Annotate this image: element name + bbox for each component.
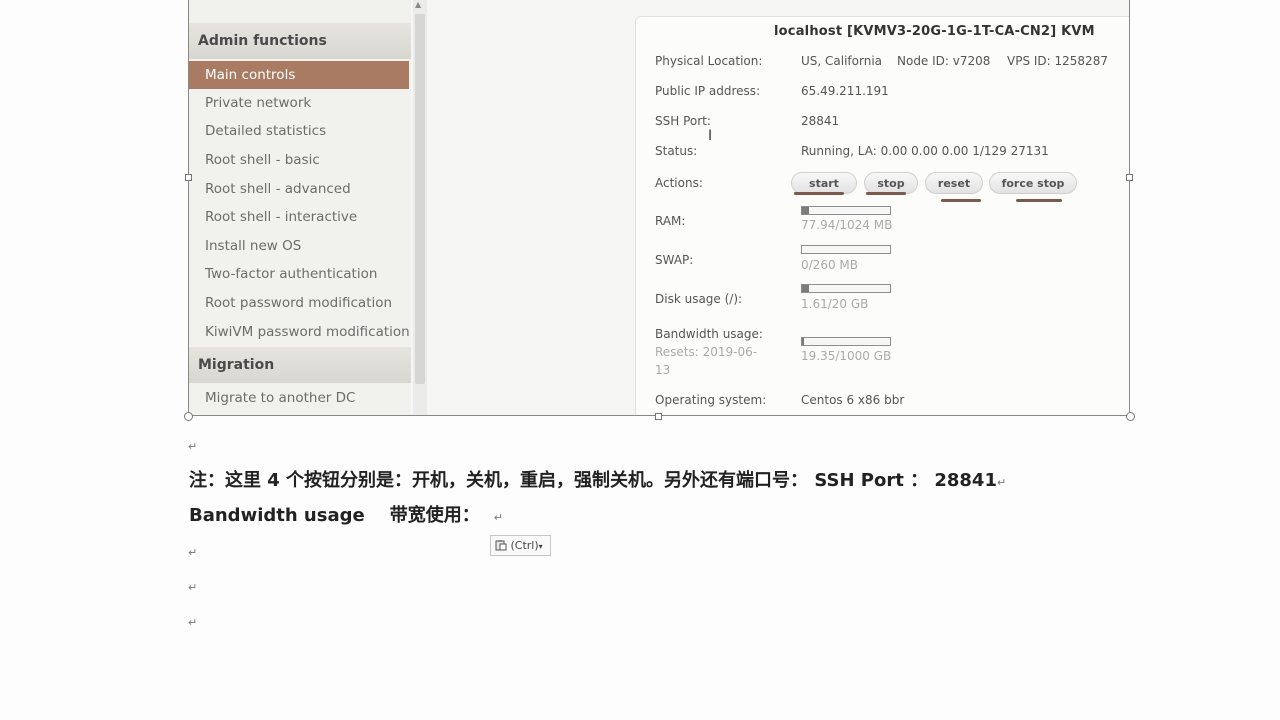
clipboard-icon (495, 540, 507, 551)
actions-label: Actions: (655, 176, 703, 190)
annotation-underline (1016, 199, 1062, 202)
annotation-underline (794, 192, 844, 195)
sidebar-item-two-factor[interactable]: Two-factor authentication (189, 260, 411, 288)
ssh-port-value: 28841 (801, 114, 840, 128)
paragraph-mark: ↵ (188, 581, 198, 594)
sidebar-item-migrate[interactable]: Migrate to another DC (189, 384, 411, 412)
note-line-1-text: 注：这里 4 个按钮分别是：开机，关机，重启，强制关机。另外还有端口号： SSH… (189, 470, 997, 491)
panel-title: localhost [KVMV3-20G-1G-1T-CA-CN2] KVM (774, 24, 1095, 39)
bandwidth-value: 19.35/1000 GB (801, 349, 892, 363)
annotation-underline (866, 192, 906, 195)
status-value: Running, LA: 0.00 0.00 0.00 1/129 27131 (801, 144, 1049, 158)
os-value: Centos 6 x86 bbr (801, 393, 905, 407)
bandwidth-bar (801, 337, 891, 346)
paragraph-mark: ↵ (493, 511, 503, 524)
sidebar-item-root-shell-advanced[interactable]: Root shell - advanced (189, 175, 411, 203)
scrollbar-thumb[interactable] (415, 14, 425, 384)
text-cursor-icon: I (708, 128, 713, 144)
sidebar-item-private-network[interactable]: Private network (189, 89, 411, 117)
ip-label: Public IP address: (655, 84, 761, 98)
annotation-underline (941, 199, 981, 202)
disk-label: Disk usage (/): (655, 292, 743, 306)
bandwidth-bar-fill (802, 338, 804, 345)
note-line-2: Bandwidth usage 带宽使用： ↵ (189, 501, 503, 527)
sidebar-item-detailed-statistics[interactable]: Detailed statistics (189, 117, 411, 145)
disk-bar-fill (802, 285, 810, 292)
physical-location-label: Physical Location: (655, 54, 763, 68)
sidebar-item-kiwivm-password[interactable]: KiwiVM password modification (189, 318, 411, 346)
paragraph-mark: ↵ (188, 616, 198, 629)
paste-options-button[interactable]: (Ctrl)▾ (490, 535, 551, 556)
resize-handle[interactable] (1126, 174, 1133, 181)
section-admin-functions: Admin functions (189, 23, 411, 59)
note-line-2-text: Bandwidth usage 带宽使用： (189, 505, 480, 526)
section-migration: Migration (189, 347, 411, 383)
sidebar-item-root-shell-interactive[interactable]: Root shell - interactive (189, 203, 411, 231)
bandwidth-resets: Resets: 2019-06- (655, 345, 758, 359)
embedded-screenshot[interactable]: Admin functions Main controls Private ne… (188, 0, 1130, 416)
sidebar-item-root-password[interactable]: Root password modification (189, 289, 411, 317)
dropdown-arrow-icon: ▾ (538, 542, 543, 551)
swap-value: 0/260 MB (801, 258, 858, 272)
note-line-1: 注：这里 4 个按钮分别是：开机，关机，重启，强制关机。另外还有端口号： SSH… (189, 466, 1006, 492)
sidebar: Admin functions Main controls Private ne… (189, 0, 411, 415)
main-controls-panel: localhost [KVMV3-20G-1G-1T-CA-CN2] KVM P… (635, 16, 1129, 415)
bandwidth-resets-day: 13 (655, 363, 671, 377)
ram-label: RAM: (655, 214, 686, 228)
swap-bar (801, 245, 891, 254)
ssh-port-label: SSH Port: (655, 114, 711, 128)
ram-bar-fill (802, 207, 809, 214)
resize-handle[interactable] (1126, 412, 1135, 421)
paste-options-label: (Ctrl) (510, 539, 539, 552)
resize-handle[interactable] (184, 412, 193, 421)
resize-handle[interactable] (185, 174, 192, 181)
ip-value: 65.49.211.191 (801, 84, 889, 98)
sidebar-item-install-new-os[interactable]: Install new OS (189, 232, 411, 260)
scroll-up-arrow-icon[interactable]: ▲ (415, 0, 421, 9)
sidebar-item-root-shell-basic[interactable]: Root shell - basic (189, 146, 411, 174)
status-label: Status: (655, 144, 698, 158)
os-label: Operating system: (655, 393, 767, 407)
resize-handle[interactable] (655, 413, 662, 420)
disk-value: 1.61/20 GB (801, 297, 869, 311)
bandwidth-label: Bandwidth usage: (655, 327, 763, 341)
disk-bar (801, 284, 891, 293)
ram-bar (801, 206, 891, 215)
start-button[interactable]: start (791, 172, 857, 194)
paragraph-mark: ↵ (188, 440, 198, 453)
paragraph-mark: ↵ (188, 546, 198, 559)
node-id-value: Node ID: v7208 (897, 54, 991, 68)
sidebar-item-main-controls[interactable]: Main controls (189, 61, 409, 89)
ram-value: 77.94/1024 MB (801, 218, 893, 232)
vps-id-value: VPS ID: 1258287 (1007, 54, 1108, 68)
physical-location-value: US, California (801, 54, 883, 68)
paragraph-mark: ↵ (996, 476, 1007, 489)
reset-button[interactable]: reset (925, 172, 983, 194)
swap-label: SWAP: (655, 253, 694, 267)
force-stop-button[interactable]: force stop (989, 172, 1077, 194)
stop-button[interactable]: stop (864, 172, 918, 194)
